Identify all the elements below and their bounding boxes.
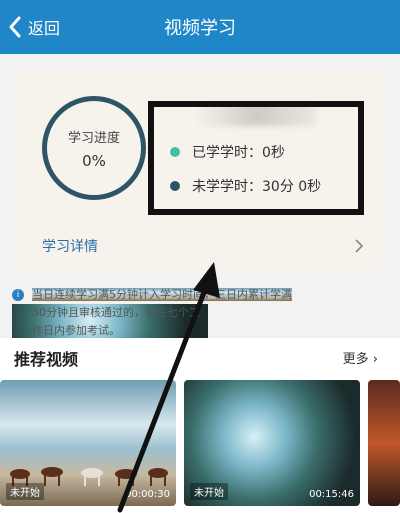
notice-line-1: 当日连续学习满5分钟计入学习时间，三日内累计学满 <box>32 288 292 301</box>
highlight-box <box>148 101 364 215</box>
recommend-title: 推荐视频 <box>14 350 79 369</box>
notice: i 当日连续学习满5分钟计入学习时间，三日内累计学满 30分钟且审核通过的，可在七… <box>12 286 386 340</box>
progress-percent: 0% <box>82 151 106 170</box>
more-link[interactable]: 更多 › <box>343 348 378 367</box>
video-card[interactable] <box>368 380 400 506</box>
video-card[interactable]: 未开始 00:00:30 <box>0 380 176 506</box>
page-title: 视频学习 <box>164 18 236 39</box>
video-list: 未开始 00:00:30 未开始 00:15:46 <box>0 374 400 513</box>
chevron-right-icon <box>355 239 364 253</box>
video-duration: 00:15:46 <box>309 489 354 500</box>
notice-line-2: 30分钟且审核通过的，可在七个工作日内参加考试。 <box>12 304 208 340</box>
video-status: 未开始 <box>190 483 228 500</box>
progress-ring-label: 学习进度 <box>67 130 120 146</box>
study-detail-row[interactable]: 学习详情 <box>14 228 384 264</box>
chevron-right-icon: › <box>368 352 378 367</box>
recommend-header: 推荐视频 更多 › <box>0 338 400 374</box>
video-duration: 00:00:30 <box>125 489 170 500</box>
more-label: 更多 <box>342 352 369 367</box>
progress-ring: 学习进度 0% <box>42 96 146 200</box>
study-detail-label: 学习详情 <box>42 239 98 255</box>
info-icon: i <box>12 289 24 301</box>
video-status: 未开始 <box>6 483 44 500</box>
navbar: 返回 视频学习 <box>0 0 400 54</box>
video-card[interactable]: 未开始 00:15:46 <box>184 380 360 506</box>
